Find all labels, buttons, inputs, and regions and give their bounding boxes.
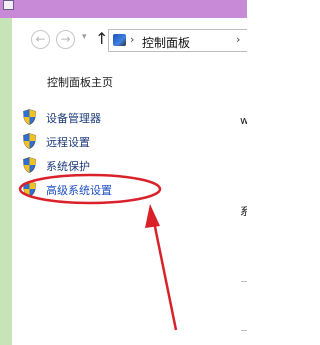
shield-icon — [23, 109, 36, 125]
up-arrow-icon[interactable]: ↑ — [95, 31, 108, 47]
chevron-right-icon[interactable]: › — [236, 33, 240, 46]
navigation-bar: ← → ▾ ↑ › 控制面板 › 系 — [12, 29, 247, 54]
sidebar-item-label: 系统保护 — [46, 160, 90, 173]
forward-button[interactable]: → — [56, 30, 75, 49]
sidebar-item-system-protection[interactable]: 系统保护 — [23, 157, 153, 175]
back-icon: ← — [35, 32, 46, 46]
control-panel-content: ← → ▾ ↑ › 控制面板 › 系 控制面板主页 设备管理器 — [12, 18, 247, 345]
sidebar-item-remote-settings[interactable]: 远程设置 — [23, 133, 153, 151]
main-text-fragment: w — [240, 114, 247, 127]
shield-icon — [23, 157, 36, 173]
control-panel-home-link[interactable]: 控制面板主页 — [47, 74, 113, 90]
sidebar-item-label: 远程设置 — [46, 136, 90, 149]
main-text-fragment: 系 — [240, 205, 247, 218]
sidebar-item-advanced-system-settings[interactable]: 高级系统设置 — [23, 181, 153, 199]
shield-icon — [23, 133, 36, 149]
left-window-frame — [0, 0, 12, 345]
sidebar-item-label: 设备管理器 — [46, 112, 101, 125]
breadcrumb-control-panel[interactable]: 控制面板 — [142, 34, 190, 51]
window: ← → ▾ ↑ › 控制面板 › 系 控制面板主页 设备管理器 — [0, 0, 247, 345]
chevron-right-icon[interactable]: › — [130, 33, 134, 46]
sidebar-item-device-manager[interactable]: 设备管理器 — [23, 109, 153, 127]
title-bar — [0, 0, 247, 18]
back-button[interactable]: ← — [31, 30, 50, 49]
recent-locations-button[interactable]: ▾ — [82, 32, 87, 42]
divider — [241, 330, 247, 331]
breadcrumb-next[interactable]: 系 — [246, 34, 247, 51]
forward-icon: → — [60, 32, 71, 46]
control-panel-icon — [113, 34, 126, 46]
address-bar[interactable]: › 控制面板 › 系 — [108, 29, 247, 52]
shield-icon — [23, 181, 36, 197]
sidebar-item-label: 高级系统设置 — [46, 184, 112, 197]
window-icon — [3, 0, 14, 10]
divider — [241, 281, 247, 282]
